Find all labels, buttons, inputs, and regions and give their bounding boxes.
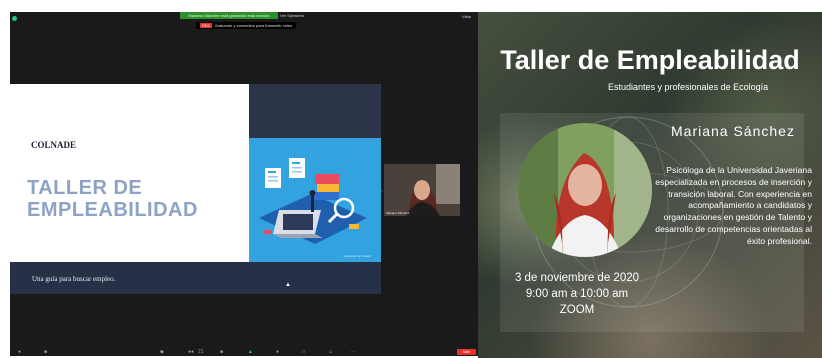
slide-footer: Una guía para buscar empleo. ▲	[10, 262, 381, 294]
job-search-illustration-icon	[259, 158, 367, 244]
more-icon[interactable]: ⋯	[350, 349, 355, 355]
image-credit: Designed by Freepik	[343, 254, 371, 258]
slide-illustration-panel: Designed by Freepik	[249, 138, 381, 262]
notice-text: Grabando y encendido para transmitir vid…	[214, 23, 293, 28]
slide-brand: COLNADE	[31, 140, 77, 150]
event-platform: ZOOM	[559, 304, 595, 316]
poster-subtitle: Estudiantes y profesionales de Ecología	[608, 82, 769, 92]
participant-name: Mariana Sánchez	[386, 211, 410, 215]
shared-slide: COLNADE TALLER DE EMPLEABILIDAD Designed…	[10, 84, 381, 294]
zoom-top-bar: Mariana Sánchez está grabando esta reuni…	[10, 12, 478, 38]
speaker-bio: Psicóloga de la Universidad Javeriana es…	[655, 165, 812, 246]
speaker-portrait	[518, 123, 652, 257]
speaker-photo	[518, 123, 652, 257]
participant-avatar	[384, 164, 460, 216]
event-date: 3 de noviembre de 2020	[514, 272, 640, 284]
mouse-cursor-icon: ▲	[285, 282, 291, 288]
share-screen-icon[interactable]: ▲	[248, 349, 253, 355]
participant-video[interactable]: Mariana Sánchez	[384, 164, 460, 216]
collapse-arrow-icon[interactable]: ‹	[381, 188, 383, 194]
chat-icon[interactable]: ■	[220, 349, 223, 355]
speaker-view-toggle[interactable]: Ver Speakers	[280, 12, 304, 19]
slide-right-panel: Designed by Freepik	[249, 84, 381, 262]
event-time: 9:00 am a 10:00 am	[525, 288, 629, 300]
event-schedule: 3 de noviembre de 2020 9:00 am a 10:00 a…	[512, 270, 642, 318]
rec-tag: REC	[200, 23, 213, 28]
zoom-window: Mariana Sánchez está grabando esta reuni…	[10, 12, 478, 356]
participants-count: 21	[198, 349, 204, 355]
slide-title-line1: TALLER DE	[27, 177, 143, 199]
record-icon[interactable]: ●	[276, 349, 279, 355]
security-icon[interactable]: ◆	[160, 349, 164, 355]
speaker-name: Mariana Sánchez	[671, 123, 795, 139]
view-button[interactable]: Vista	[462, 14, 471, 19]
participants-icon[interactable]: ●●	[188, 349, 194, 355]
video-camera-icon[interactable]: ■	[44, 349, 47, 355]
reactions-icon[interactable]: ☺	[328, 349, 333, 355]
recording-notice: REC Grabando y encendido para transmitir …	[196, 22, 297, 29]
zoom-controls-bar: ● ■ ◆ ●● 21 ■ ▲ ● □ ☺ ⋯ Salir	[10, 348, 478, 356]
slide-subtitle: Una guía para buscar empleo.	[32, 275, 116, 283]
recording-banner: Mariana Sánchez está grabando esta reuni…	[180, 12, 278, 19]
captions-icon[interactable]: □	[302, 349, 305, 355]
slide-title-line2: EMPLEABILIDAD	[27, 199, 198, 221]
microphone-icon[interactable]: ●	[18, 349, 21, 355]
end-meeting-button[interactable]: Salir	[457, 349, 476, 355]
slide-left-panel: COLNADE TALLER DE EMPLEABILIDAD	[10, 84, 249, 262]
security-indicator-icon[interactable]	[12, 16, 17, 21]
event-poster: Taller de Empleabilidad Estudiantes y pr…	[478, 12, 822, 358]
poster-title: Taller de Empleabilidad	[500, 45, 800, 75]
